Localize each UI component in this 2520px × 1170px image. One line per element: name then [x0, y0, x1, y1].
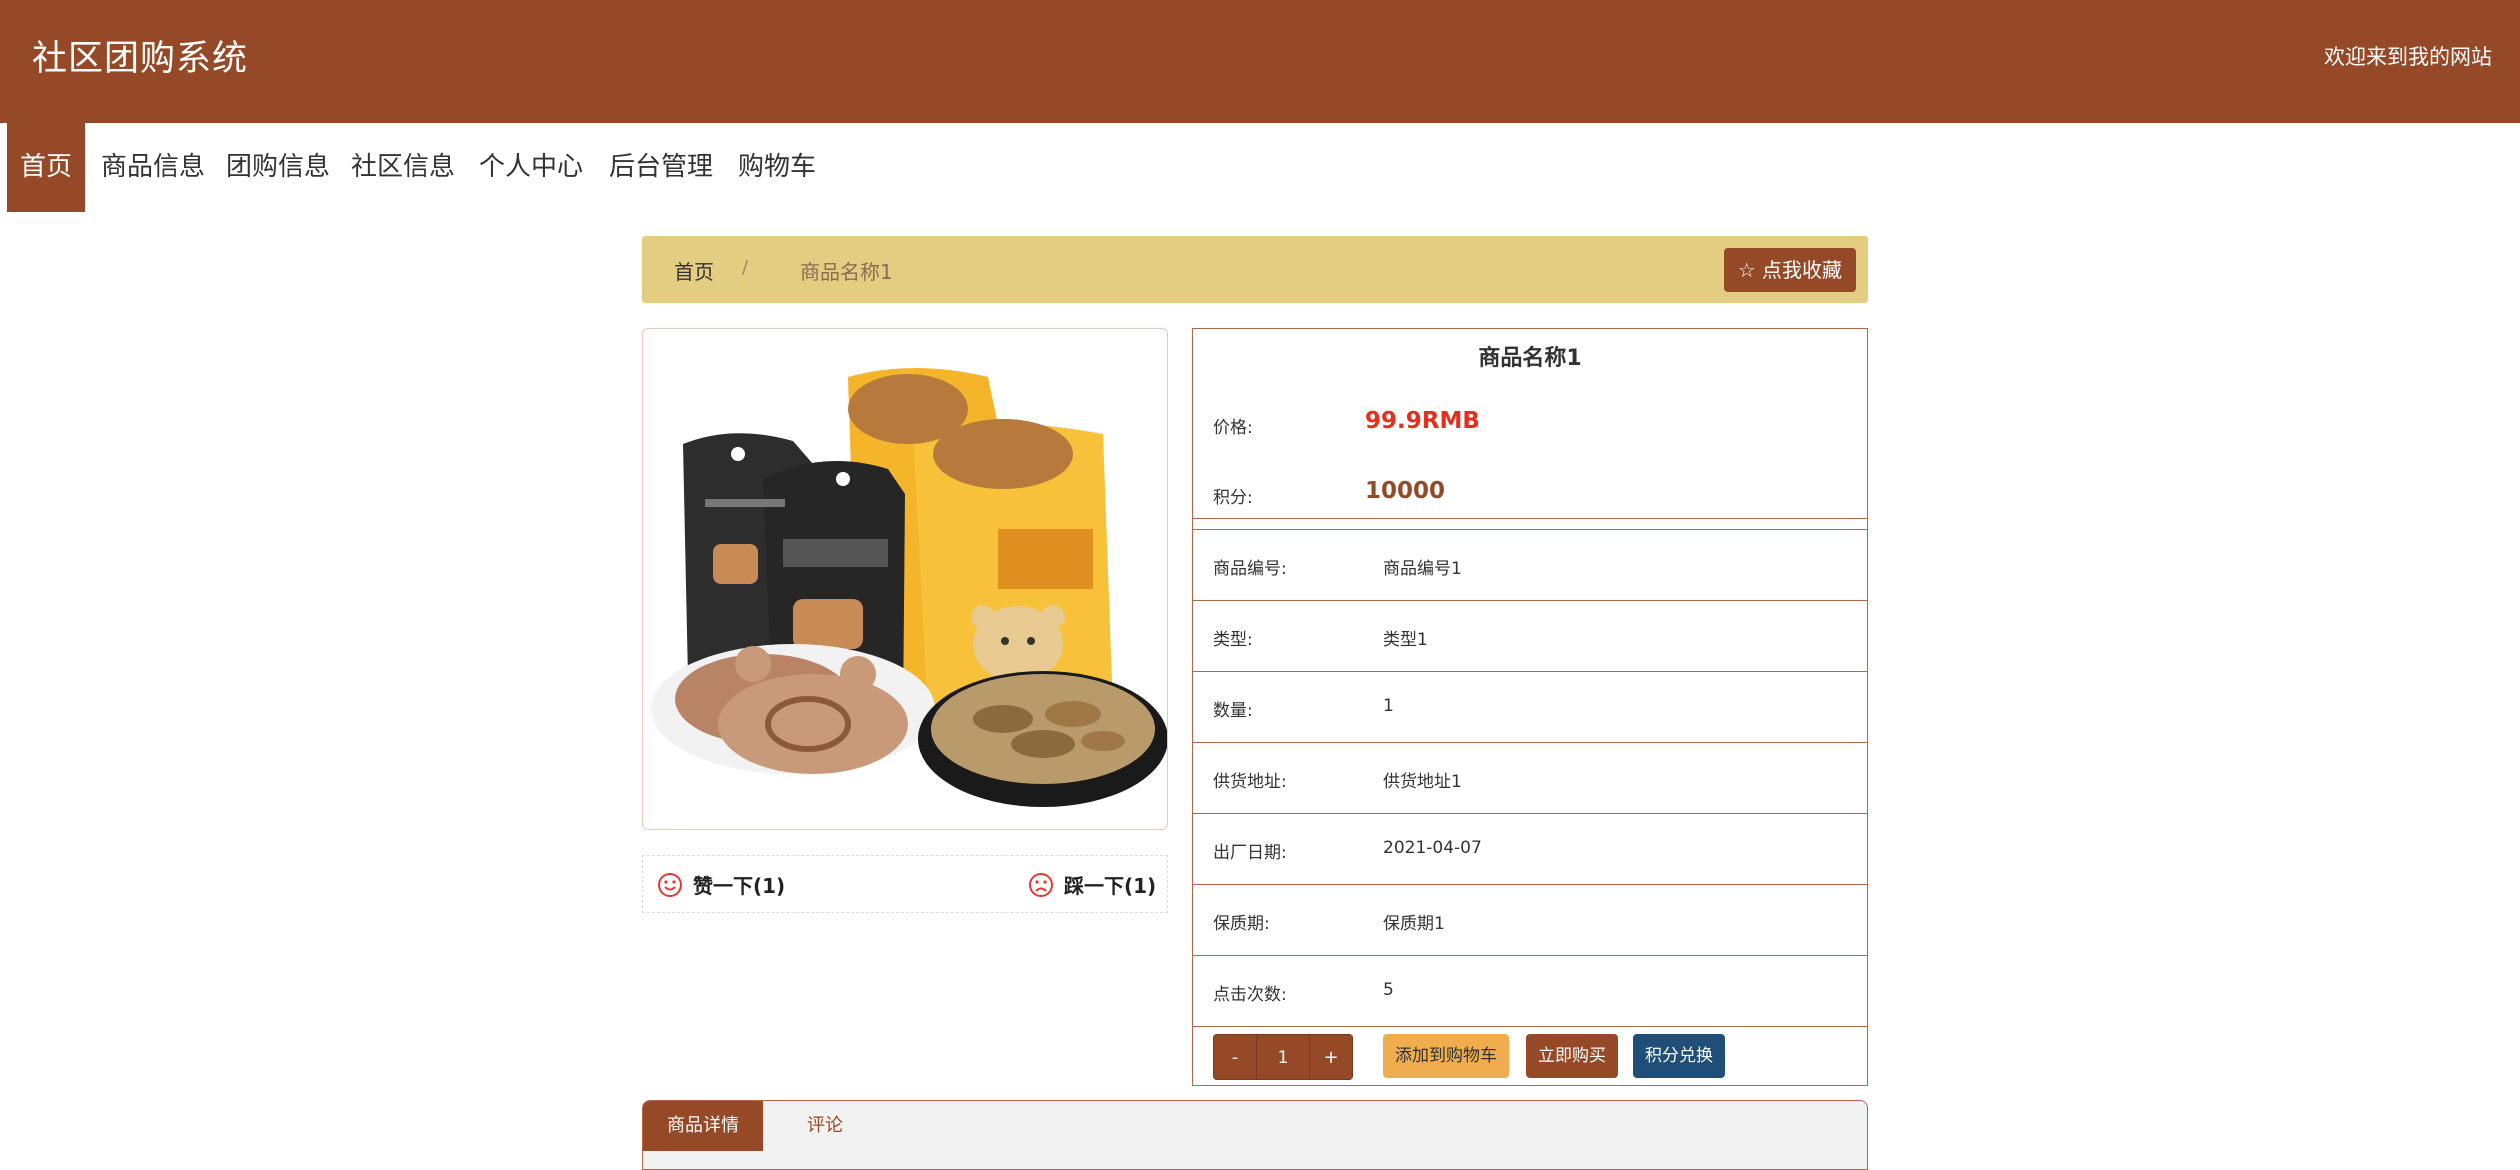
- breadcrumb: 首页 / 商品名称1 ☆ 点我收藏: [642, 236, 1868, 303]
- smile-icon: [658, 872, 682, 897]
- star-icon: ☆: [1737, 258, 1756, 282]
- tab-comments[interactable]: 评论: [783, 1101, 867, 1151]
- breadcrumb-separator: /: [742, 257, 749, 278]
- add-to-cart-button[interactable]: 添加到购物车: [1383, 1034, 1509, 1078]
- info-row-quantity: 数量: 1: [1193, 672, 1867, 743]
- main-nav: 首页 商品信息 团购信息 社区信息 个人中心 后台管理 购物车: [0, 123, 2520, 212]
- quantity-minus-button[interactable]: -: [1213, 1034, 1257, 1080]
- clicks-label: 点击次数:: [1213, 985, 1287, 1005]
- breadcrumb-current: 商品名称1: [800, 260, 893, 284]
- like-label: 赞一下(1): [693, 874, 786, 898]
- supply-address-label: 供货地址:: [1213, 772, 1287, 792]
- like-button[interactable]: 赞一下(1): [657, 870, 785, 899]
- site-title: 社区团购系统: [32, 39, 249, 79]
- points-exchange-button[interactable]: 积分兑换: [1633, 1034, 1725, 1078]
- rating-bar: 赞一下(1) 踩一下(1): [642, 855, 1168, 913]
- info-row-production-date: 出厂日期: 2021-04-07: [1193, 814, 1867, 885]
- clicks-value: 5: [1383, 980, 1394, 1000]
- dislike-label: 踩一下(1): [1064, 874, 1157, 898]
- nav-item-products[interactable]: 商品信息: [88, 123, 218, 212]
- product-no-label: 商品编号:: [1213, 559, 1287, 579]
- breadcrumb-home[interactable]: 首页: [674, 256, 714, 285]
- dislike-button[interactable]: 踩一下(1): [1028, 870, 1156, 899]
- info-row-points: 积分: 10000: [1193, 459, 1867, 530]
- product-name: 商品名称1: [1478, 346, 1582, 371]
- type-value: 类型1: [1383, 630, 1428, 650]
- tab-product-details[interactable]: 商品详情: [643, 1101, 763, 1151]
- buy-now-button[interactable]: 立即购买: [1526, 1034, 1618, 1078]
- product-info-panel: 商品名称1 价格: 99.9RMB 积分: 10000 商品编号: 商品编号1 …: [1192, 328, 1868, 1086]
- site-header: 社区团购系统 欢迎来到我的网站: [0, 0, 2520, 123]
- info-row-supply-address: 供货地址: 供货地址1: [1193, 743, 1867, 814]
- production-date-label: 出厂日期:: [1213, 843, 1287, 863]
- quantity-stepper: - 1 +: [1213, 1034, 1353, 1080]
- nav-item-group-buy[interactable]: 团购信息: [213, 123, 343, 212]
- quantity-label: 数量:: [1213, 701, 1253, 721]
- points-label: 积分:: [1213, 488, 1253, 508]
- price-label: 价格:: [1213, 418, 1253, 438]
- product-photo: [643, 329, 1167, 829]
- product-image: [642, 328, 1168, 830]
- shelf-life-label: 保质期:: [1213, 914, 1270, 934]
- detail-tabs: 商品详情 评论: [642, 1100, 1868, 1170]
- quantity-value: 1: [1383, 696, 1394, 716]
- info-row-shelf-life: 保质期: 保质期1: [1193, 885, 1867, 956]
- favorite-button[interactable]: ☆ 点我收藏: [1723, 248, 1856, 292]
- nav-item-community[interactable]: 社区信息: [338, 123, 468, 212]
- nav-item-home[interactable]: 首页: [7, 123, 86, 212]
- shelf-life-value: 保质期1: [1383, 914, 1445, 934]
- supply-address-value: 供货地址1: [1383, 772, 1462, 792]
- product-no-value: 商品编号1: [1383, 559, 1462, 579]
- nav-item-admin[interactable]: 后台管理: [596, 123, 726, 212]
- nav-item-cart[interactable]: 购物车: [725, 123, 829, 212]
- quantity-input[interactable]: 1: [1257, 1034, 1309, 1080]
- frown-icon: [1029, 872, 1053, 897]
- info-row-type: 类型: 类型1: [1193, 601, 1867, 672]
- production-date-value: 2021-04-07: [1383, 838, 1482, 858]
- welcome-text: 欢迎来到我的网站: [2324, 45, 2492, 69]
- type-label: 类型:: [1213, 630, 1253, 650]
- info-row-product-no: 商品编号: 商品编号1: [1193, 530, 1867, 601]
- favorite-label: 点我收藏: [1762, 258, 1842, 282]
- info-row-clicks: 点击次数: 5: [1193, 956, 1867, 1027]
- price-value: 99.9RMB: [1365, 408, 1480, 434]
- nav-item-profile[interactable]: 个人中心: [466, 123, 596, 212]
- quantity-plus-button[interactable]: +: [1309, 1034, 1353, 1080]
- points-value: 10000: [1365, 478, 1446, 504]
